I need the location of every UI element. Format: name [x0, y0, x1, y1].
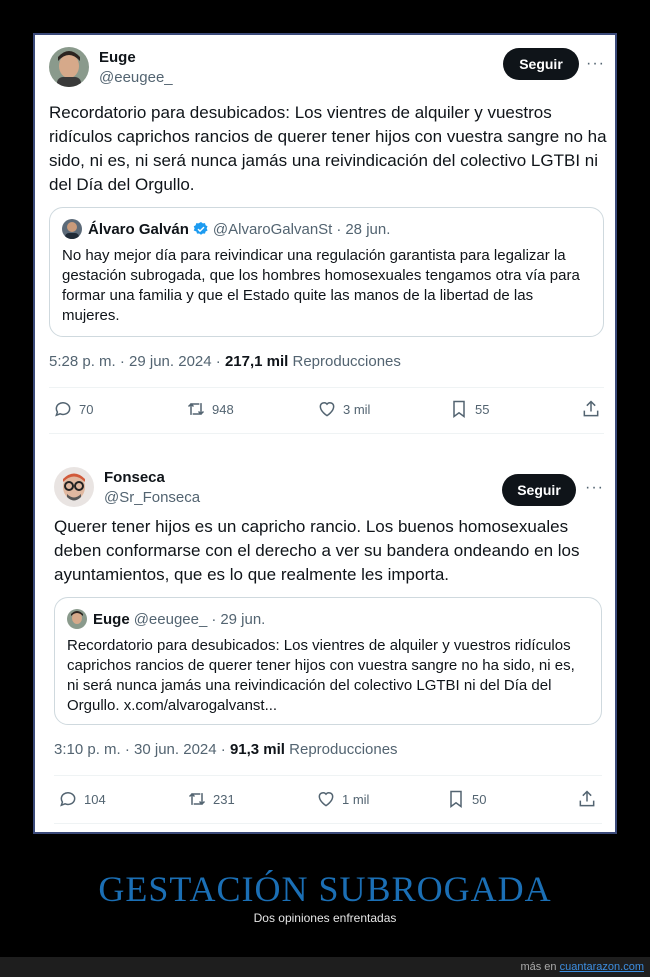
- reply-button[interactable]: 70: [53, 399, 93, 419]
- like-button[interactable]: 1 mil: [316, 789, 369, 809]
- retweet-icon: [187, 402, 205, 416]
- quote-text: No hay mejor día para reivindicar una re…: [62, 247, 580, 324]
- site-link[interactable]: cuantarazon.com: [560, 961, 644, 973]
- retweet-button[interactable]: 948: [186, 399, 234, 419]
- caption-subtitle: Dos opiniones enfrentadas: [253, 911, 397, 925]
- action-bar: 104 231 1 mil 50: [54, 789, 602, 813]
- tweet-text: Querer tener hijos es un capricho rancio…: [54, 517, 580, 584]
- divider: [49, 387, 604, 388]
- bookmark-button[interactable]: 55: [449, 399, 489, 419]
- screenshot-frame: Euge @eeugee_ Seguir ··· Recordatorio pa…: [33, 33, 617, 834]
- reply-icon: [60, 792, 76, 807]
- author-handle[interactable]: @eeugee_: [99, 69, 173, 86]
- views-label: Reproducciones: [288, 353, 401, 370]
- quote-avatar: [67, 609, 87, 629]
- follow-button[interactable]: Seguir: [503, 48, 579, 80]
- tweet-timestamp[interactable]: 5:28 p. m. · 29 jun. 2024 ·: [49, 353, 225, 370]
- avatar[interactable]: [49, 47, 89, 87]
- like-count: 3 mil: [343, 401, 371, 417]
- heart-icon: [319, 402, 335, 417]
- quote-header: Álvaro Galván @AlvaroGalvanSt · 28 jun.: [62, 218, 591, 240]
- tweet-timestamp[interactable]: 3:10 p. m. · 30 jun. 2024 ·: [54, 741, 230, 758]
- quote-header: Euge @eeugee_ · 29 jun.: [67, 608, 589, 630]
- quote-text: Recordatorio para desubicados: Los vient…: [67, 637, 575, 714]
- views-label: Reproducciones: [284, 741, 398, 758]
- bookmark-count: 50: [472, 791, 487, 807]
- author-name[interactable]: Fonseca: [104, 469, 165, 486]
- share-icon: [583, 400, 599, 417]
- retweet-count: 948: [212, 401, 234, 417]
- verified-badge-icon: [193, 222, 208, 235]
- reply-icon: [55, 402, 71, 417]
- share-icon: [579, 790, 595, 807]
- action-bar: 70 948 3 mil 55: [49, 399, 604, 423]
- retweet-count: 231: [213, 791, 235, 807]
- quote-author-name: Euge: [93, 610, 130, 628]
- more-options-icon[interactable]: ···: [586, 55, 605, 73]
- more-options-icon[interactable]: ···: [585, 479, 604, 497]
- tweet-meta: 5:28 p. m. · 29 jun. 2024 · 217,1 mil Re…: [49, 353, 401, 370]
- view-count: 217,1 mil: [224, 353, 289, 370]
- divider: [54, 775, 602, 776]
- tweet-header: Fonseca @Sr_Fonseca Seguir ···: [54, 467, 604, 511]
- divider: [49, 433, 604, 434]
- like-count: 1 mil: [342, 791, 370, 807]
- caption-title: GESTACIÓN SUBROGADA: [98, 869, 552, 909]
- tweet-text: Recordatorio para desubicados: Los vient…: [49, 103, 607, 194]
- tweet-header: Euge @eeugee_ Seguir ···: [49, 47, 605, 91]
- share-button[interactable]: [581, 399, 607, 419]
- author-handle[interactable]: @Sr_Fonseca: [104, 489, 200, 506]
- bookmark-button[interactable]: 50: [446, 789, 486, 809]
- like-button[interactable]: 3 mil: [317, 399, 370, 419]
- quoted-tweet[interactable]: Álvaro Galván @AlvaroGalvanSt · 28 jun. …: [49, 207, 604, 337]
- bookmark-icon: [453, 400, 465, 418]
- retweet-icon: [188, 792, 206, 806]
- bookmark-count: 55: [475, 401, 490, 417]
- tweet-meta: 3:10 p. m. · 30 jun. 2024 · 91,3 mil Rep…: [54, 741, 398, 758]
- share-button[interactable]: [577, 789, 603, 809]
- follow-button[interactable]: Seguir: [502, 474, 576, 506]
- footer-prefix: más en: [520, 961, 560, 973]
- avatar[interactable]: [54, 467, 94, 507]
- reply-count: 70: [79, 401, 94, 417]
- site-footer: más en cuantarazon.com: [0, 957, 650, 977]
- view-count: 91,3 mil: [229, 741, 285, 758]
- quote-author-handle: @eeugee_: [133, 610, 208, 628]
- divider: [54, 823, 602, 824]
- quote-author-handle: @AlvaroGalvanSt: [212, 220, 333, 238]
- quote-date: 28 jun.: [345, 220, 391, 238]
- quote-author-name: Álvaro Galván: [88, 220, 189, 238]
- author-name[interactable]: Euge: [99, 49, 136, 66]
- quote-date: 29 jun.: [220, 610, 266, 628]
- quoted-tweet[interactable]: Euge @eeugee_ · 29 jun. Recordatorio par…: [54, 597, 602, 725]
- quote-avatar: [62, 219, 82, 239]
- heart-icon: [318, 792, 334, 807]
- reply-count: 104: [84, 791, 106, 807]
- retweet-button[interactable]: 231: [187, 789, 235, 809]
- reply-button[interactable]: 104: [58, 789, 106, 809]
- bookmark-icon: [450, 790, 462, 808]
